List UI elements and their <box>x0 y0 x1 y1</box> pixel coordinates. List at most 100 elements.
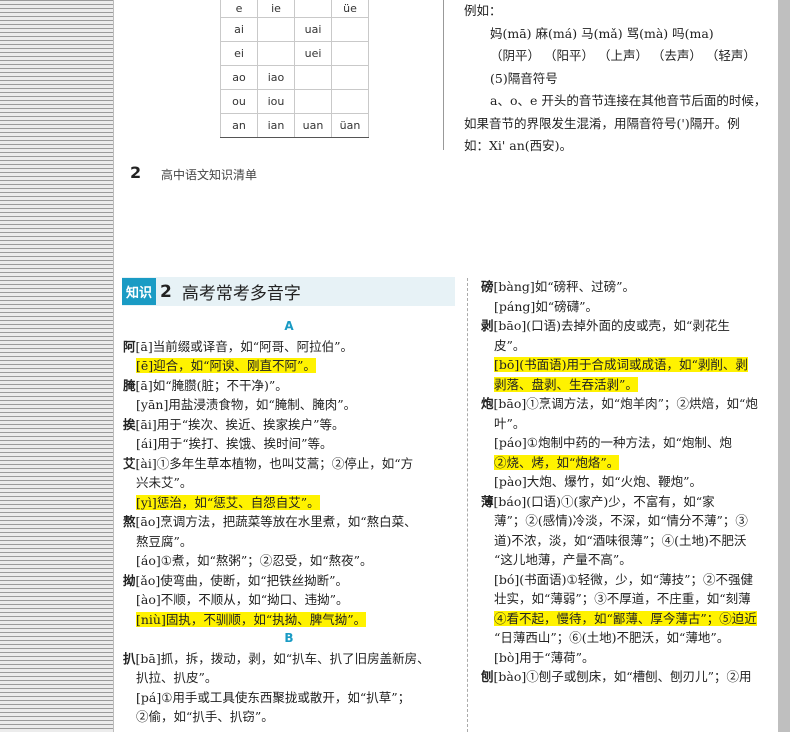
table-cell <box>257 41 295 66</box>
table-cell <box>331 41 369 66</box>
entry-subline: [páo]①炮制中药的一种方法，如“炮制、炮 <box>481 433 781 453</box>
section-header: 知识 2 高考常考多音字 <box>122 277 455 306</box>
table-cell: uai <box>294 17 332 42</box>
entry-text: 壮实，如“薄弱”；③不厚道，不庄重，如“刻薄 <box>494 591 751 606</box>
table-cell <box>331 89 369 114</box>
entry-character: 拗 <box>123 572 136 588</box>
table-cell: üan <box>331 113 369 138</box>
alphabet-heading: B <box>284 631 294 645</box>
entry-subline: “这儿地薄，产量不高”。 <box>481 550 781 570</box>
table-cell: e <box>220 0 258 18</box>
table-row: ao iao <box>220 65 369 90</box>
entry-text: [pào]大炮、爆竹，如“火炮、鞭炮”。 <box>494 474 703 489</box>
page-number: 2 <box>130 163 142 182</box>
text-line: a、o、e 开头的音节连接在其他音节后面的时候， <box>490 93 767 108</box>
document-page: e ie üe ai uai ei uei ao iao ou iou an ian uan üan 例如：… <box>114 0 778 732</box>
entry-subline: 熬豆腐”。 <box>123 532 455 552</box>
book-title: 高中语文知识清单 <box>161 168 258 182</box>
entry-subline: “日薄西山”；⑥(土地)不肥沃，如“薄地”。 <box>481 628 781 648</box>
entry-subline: [páng]如“磅礴”。 <box>481 297 781 317</box>
entry-subline: [ái]用于“挨打、挨饿、挨时间”等。 <box>123 434 455 454</box>
entry-text: [bó](书面语)①轻微，少，如“薄技”；②不强健 <box>494 571 754 587</box>
entry-character: 扒 <box>123 650 136 666</box>
entry-text: 道)不浓，淡，如“酒味很薄”；④(土地)不肥沃 <box>494 532 747 548</box>
section-title: 高考常考多音字 <box>181 284 301 304</box>
top-right-text: 例如： 妈(mā) 麻(má) 马(mǎ) 骂(mà) 吗(ma) （阴平） （… <box>464 0 778 158</box>
column-divider-top <box>443 0 444 150</box>
entry-subline: [niù]固执，不驯顺，如“执拗、脾气拗”。 <box>123 610 455 630</box>
entry-text: [yān]用盐浸渍食物，如“腌制、腌肉”。 <box>136 397 357 412</box>
entry-subline: [pào]大炮、爆竹，如“火炮、鞭炮”。 <box>481 472 781 492</box>
entry-text: 叶”。 <box>494 415 526 431</box>
entry-character: 炮 <box>481 396 494 411</box>
highlighted-text: 剥落、盘剥、生吞活剥”。 <box>494 376 638 392</box>
entry-subline: ②烧、烤，如“炮烙”。 <box>481 453 781 473</box>
entry-text: [ài]①多年生草本植物，也叫艾蒿；②停止，如“方 <box>135 455 414 471</box>
entry-subline: 道)不浓，淡，如“酒味很薄”；④(土地)不肥沃 <box>481 531 781 551</box>
table-row: ou iou <box>220 89 369 114</box>
entry-text: ②偷，如“扒手、扒窃”。 <box>136 709 274 724</box>
entry-text: 薄”；②(感情)冷淡，不深，如“情分不薄”；③ <box>494 513 748 528</box>
entry-text: 兴未艾”。 <box>136 475 193 490</box>
entry-line: 阿[ā]当前缀或译音，如“阿哥、阿拉伯”。 <box>123 337 455 357</box>
entry-line: 熬[āo]烹调方法，把蔬菜等放在水里煮，如“熬白菜、 <box>123 512 455 532</box>
entry-text: “日薄西山”；⑥(土地)不肥沃，如“薄地”。 <box>494 630 730 645</box>
entry-text: [páng]如“磅礴”。 <box>494 298 599 314</box>
table-cell <box>331 17 369 42</box>
alphabet-heading: A <box>284 319 294 333</box>
entry-text: [bā]抓，拆，拨动，剥，如“扒车、扒了旧房盖新房、 <box>135 650 430 666</box>
text-line: 如果音节的界限发生混淆，用隔音符号(')隔开。例 <box>464 115 740 131</box>
entry-line: 挨[āi]用于“挨次、挨近、挨家挨户”等。 <box>123 415 455 435</box>
table-cell: an <box>220 113 258 138</box>
table-row: an ian uan üan <box>220 113 369 138</box>
table-row: ai uai <box>220 17 369 42</box>
entry-text: [āo]烹调方法，把蔬菜等放在水里煮，如“熬白菜、 <box>135 514 417 529</box>
entry-text: [páo]①炮制中药的一种方法，如“炮制、炮 <box>494 435 732 450</box>
highlighted-text: ④看不起，慢待，如“鄙薄、厚今薄古”；⑤迫近 <box>494 610 757 626</box>
entry-subline: 薄”；②(感情)冷淡，不深，如“情分不薄”；③ <box>481 511 781 531</box>
entry-subline: 扒拉、扒皮”。 <box>123 668 455 688</box>
entry-subline: [áo]①煮，如“熬粥”；②忍受，如“熬夜”。 <box>123 551 455 571</box>
table-cell: ie <box>257 0 295 18</box>
entry-subline: 叶”。 <box>481 414 781 434</box>
table-cell <box>294 89 332 114</box>
entry-text: [bào]①刨子或刨床，如“槽刨、刨刃儿”；②用 <box>493 669 752 684</box>
text-line: 例如： <box>464 3 502 18</box>
entry-text: [bāo]①烹调方法，如“炮羊肉”；②烘焙，如“炮 <box>493 396 758 411</box>
entry-character: 艾 <box>123 455 136 471</box>
entry-subline: [bò]用于“薄荷”。 <box>481 648 781 668</box>
table-cell <box>257 17 295 42</box>
table-cell: ao <box>220 65 258 90</box>
entry-line: 薄[báo](口语)①(家产)少，不富有，如“家 <box>481 492 781 512</box>
entry-character: 腌 <box>123 377 136 393</box>
entry-text: [āi]用于“挨次、挨近、挨家挨户”等。 <box>135 416 345 432</box>
entry-subline: 皮”。 <box>481 336 781 356</box>
entry-line: 刨[bào]①刨子或刨床，如“槽刨、刨刃儿”；②用 <box>481 667 781 687</box>
left-stripe-margin <box>0 0 114 732</box>
right-column: 磅[bàng]如“磅秤、过磅”。 [páng]如“磅礴”。 剥[bāo](口语)去掉… <box>481 277 781 687</box>
entry-subline: ④看不起，慢待，如“鄙薄、厚今薄古”；⑤迫近 <box>481 609 781 629</box>
entry-subline: [pá]①用手或工具使东西聚拢或散开，如“扒草”； <box>123 688 455 708</box>
table-cell <box>294 0 332 18</box>
section-tag: 知识 <box>122 278 157 305</box>
table-cell: ian <box>257 113 295 138</box>
column-divider <box>467 278 468 732</box>
table-cell: ei <box>220 41 258 66</box>
section-number: 2 <box>160 281 172 302</box>
entry-text: [bò]用于“薄荷”。 <box>494 649 595 665</box>
entry-character: 薄 <box>481 493 494 509</box>
entry-subline: [ào]不顺，不顺从，如“拗口、违拗”。 <box>123 590 455 610</box>
table-cell: uei <box>294 41 332 66</box>
table-cell: üe <box>331 0 369 18</box>
entry-line: 艾[ài]①多年生草本植物，也叫艾蒿；②停止，如“方 <box>123 454 455 474</box>
pinyin-finals-table: e ie üe ai uai ei uei ao iao ou iou an ian uan üan <box>220 0 369 138</box>
entry-subline: 剥落、盘剥、生吞活剥”。 <box>481 375 781 395</box>
entry-character: 挨 <box>123 416 136 432</box>
entry-line: 腌[ā]如“腌臜(脏；不干净)”。 <box>123 376 455 396</box>
entry-subline: 兴未艾”。 <box>123 473 455 493</box>
table-cell: iou <box>257 89 295 114</box>
table-row: e ie üe <box>220 0 369 18</box>
highlighted-text: [yì]惩治，如“惩艾、自怨自艾”。 <box>136 494 320 510</box>
table-cell: iao <box>257 65 295 90</box>
entry-text: 皮”。 <box>494 337 526 353</box>
